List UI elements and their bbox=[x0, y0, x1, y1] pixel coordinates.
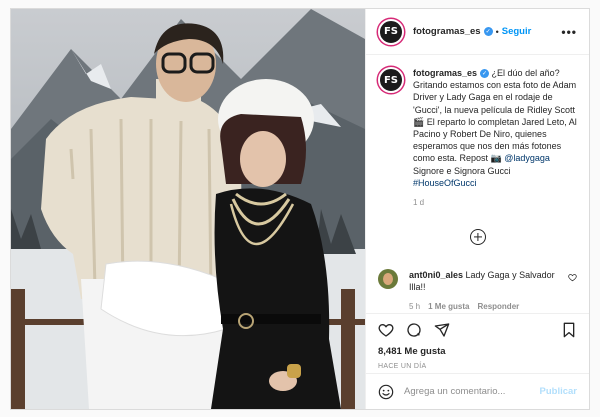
caption-username[interactable]: fotogramas_es bbox=[413, 68, 477, 78]
likes-count[interactable]: 8,481 Me gusta bbox=[378, 346, 577, 357]
follow-button[interactable]: Seguir bbox=[502, 26, 532, 37]
comment-heart-icon[interactable] bbox=[568, 273, 577, 282]
account-avatar[interactable]: FS bbox=[378, 18, 404, 45]
post-dialog: FS fotogramas_es ✓ • Seguir ••• FS fotog… bbox=[10, 8, 590, 410]
comment-body: ant0ni0_ales Lady Gaga y Salvador Illa!!… bbox=[409, 269, 568, 313]
caption-verified-icon: ✓ bbox=[480, 69, 490, 79]
post-actions: 8,481 Me gusta HACE UN DÍA bbox=[366, 313, 589, 373]
caption-avatar[interactable]: FS bbox=[378, 67, 404, 93]
post-side-panel: FS fotogramas_es ✓ • Seguir ••• FS fotog… bbox=[365, 9, 589, 409]
comment-input[interactable] bbox=[404, 386, 540, 397]
photo-illustration bbox=[11, 9, 365, 409]
more-options-icon[interactable]: ••• bbox=[561, 25, 577, 39]
caption-body-end: Signore e Signora Gucci bbox=[413, 165, 511, 176]
share-icon[interactable] bbox=[434, 322, 450, 338]
bookmark-icon[interactable] bbox=[561, 322, 577, 338]
plus-circle-icon[interactable] bbox=[469, 229, 486, 246]
comments-section: FS fotogramas_es ✓ ¿El dúo del año? Grita… bbox=[366, 55, 589, 313]
caption-mention-link[interactable]: @ladygaga bbox=[504, 153, 550, 163]
comment-username[interactable]: ant0ni0_ales bbox=[409, 270, 463, 280]
post-timestamp[interactable]: HACE UN DÍA bbox=[378, 363, 577, 370]
comment-time[interactable]: 5 h bbox=[409, 301, 420, 313]
caption-time[interactable]: 1 d bbox=[413, 197, 577, 209]
emoji-icon[interactable] bbox=[378, 384, 394, 400]
caption-body: ¿El dúo del año? Gritando estamos con es… bbox=[413, 68, 577, 164]
reply-button[interactable]: Responder bbox=[477, 301, 519, 313]
comment-icon[interactable] bbox=[406, 322, 422, 338]
caption-text: fotogramas_es ✓ ¿El dúo del año? Gritando… bbox=[413, 67, 577, 209]
post-header: FS fotogramas_es ✓ • Seguir ••• bbox=[366, 9, 589, 55]
comment-meta: 5 h 1 Me gusta Responder bbox=[409, 301, 568, 313]
add-comment-bar: Publicar bbox=[366, 373, 589, 409]
post-photo[interactable] bbox=[11, 9, 365, 409]
separator-dot: • bbox=[495, 26, 499, 37]
comment-item: ant0ni0_ales Lady Gaga y Salvador Illa!!… bbox=[378, 269, 577, 313]
caption: FS fotogramas_es ✓ ¿El dúo del año? Grita… bbox=[378, 67, 577, 209]
caption-hashtag-link[interactable]: #HouseOfGucci bbox=[413, 177, 577, 189]
heart-icon[interactable] bbox=[378, 322, 394, 338]
action-icons bbox=[378, 322, 577, 338]
publish-button[interactable]: Publicar bbox=[540, 386, 578, 397]
comment-likes[interactable]: 1 Me gusta bbox=[428, 301, 469, 313]
account-username[interactable]: fotogramas_es bbox=[413, 26, 481, 37]
load-more-comments bbox=[378, 229, 577, 246]
verified-badge-icon: ✓ bbox=[483, 27, 493, 36]
comment-avatar[interactable] bbox=[378, 269, 398, 290]
